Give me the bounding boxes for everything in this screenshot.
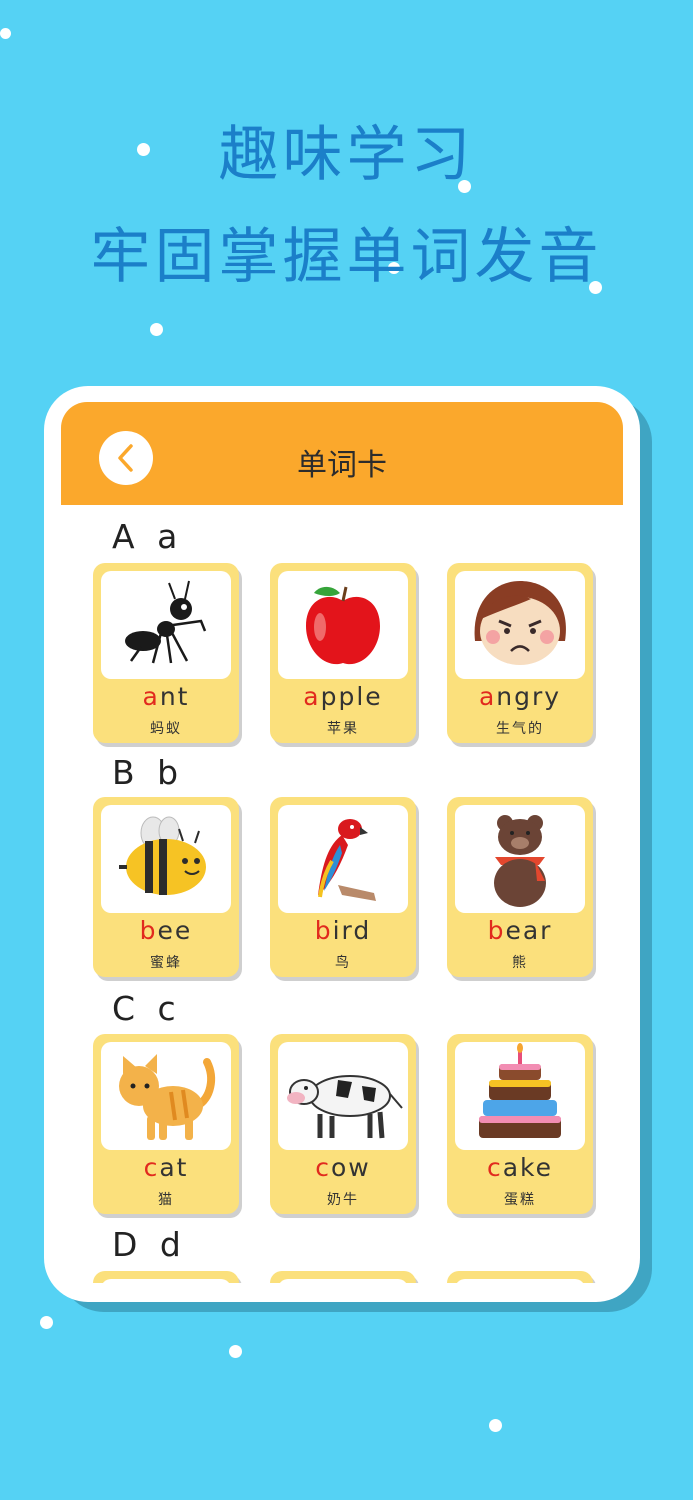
card-translation: 蜜蜂	[150, 955, 182, 971]
word-card-apple[interactable]: apple 苹果	[270, 563, 416, 743]
word-card-cake[interactable]: cake 蛋糕	[447, 1034, 593, 1214]
page-title: 单词卡	[297, 448, 387, 483]
top-bar: 单词卡	[61, 402, 623, 505]
bear-icon	[494, 815, 546, 907]
card-word: cake	[486, 1153, 554, 1182]
card-word: angry	[478, 682, 562, 711]
section-letter-a: A a	[112, 517, 184, 556]
card-word: bear	[487, 916, 553, 945]
card-image	[101, 1042, 231, 1150]
ant-icon	[125, 580, 207, 664]
card-image	[101, 805, 231, 913]
cat-icon	[119, 1054, 216, 1140]
bird-icon	[318, 819, 376, 901]
card-image	[455, 571, 585, 679]
snow-dot	[0, 28, 11, 39]
card-translation: 奶牛	[327, 1192, 359, 1208]
word-card-ant[interactable]: ant 蚂蚁	[93, 563, 239, 743]
card-word: apple	[303, 682, 383, 711]
card-image	[278, 1279, 408, 1283]
headline-line2: 牢固掌握单词发音	[90, 222, 603, 292]
card-word: bee	[139, 916, 193, 945]
word-card-bee[interactable]: bee 蜜蜂	[93, 797, 239, 977]
word-card-cow[interactable]: cow 奶牛	[270, 1034, 416, 1214]
bee-icon	[119, 816, 206, 895]
card-image	[455, 1042, 585, 1150]
card-image	[101, 571, 231, 679]
cake-icon	[479, 1043, 561, 1138]
apple-icon	[306, 586, 380, 665]
card-translation: 蚂蚁	[150, 721, 182, 737]
card-word: cat	[143, 1153, 189, 1182]
word-card-partial[interactable]	[270, 1271, 416, 1283]
card-translation: 苹果	[327, 721, 359, 737]
card-word: bird	[314, 916, 372, 945]
card-image	[278, 1042, 408, 1150]
word-card-partial[interactable]	[447, 1271, 593, 1283]
section-letter-b: B b	[112, 753, 185, 792]
card-image	[455, 1279, 585, 1283]
card-translation: 熊	[512, 955, 528, 971]
word-card-bird[interactable]: bird 鸟	[270, 797, 416, 977]
snow-dot	[150, 323, 163, 336]
headline-line1: 趣味学习	[218, 120, 475, 190]
card-translation: 猫	[158, 1192, 174, 1208]
card-translation: 蛋糕	[504, 1192, 536, 1208]
angry-face-icon	[474, 581, 566, 665]
word-card-bear[interactable]: bear 熊	[447, 797, 593, 977]
card-image	[278, 805, 408, 913]
phone-screen: 单词卡 A a ant 蚂蚁 apple 苹果 angry 生气的 B b be…	[44, 386, 640, 1302]
card-word: ant	[142, 682, 190, 711]
word-card-list[interactable]: A a ant 蚂蚁 apple 苹果 angry 生气的 B b bee 蜜蜂…	[61, 505, 623, 1283]
word-card-partial[interactable]	[93, 1271, 239, 1283]
snow-dot	[489, 1419, 502, 1432]
word-card-angry[interactable]: angry 生气的	[447, 563, 593, 743]
snow-dot	[40, 1316, 53, 1329]
card-image	[278, 571, 408, 679]
cow-icon	[287, 1075, 403, 1139]
card-word: cow	[315, 1153, 371, 1182]
section-letter-d: D d	[112, 1225, 187, 1264]
card-translation: 鸟	[335, 955, 351, 971]
card-image	[101, 1279, 231, 1283]
card-translation: 生气的	[496, 721, 544, 737]
snow-dot	[229, 1345, 242, 1358]
card-image	[455, 805, 585, 913]
section-letter-c: C c	[112, 989, 182, 1028]
word-card-cat[interactable]: cat 猫	[93, 1034, 239, 1214]
